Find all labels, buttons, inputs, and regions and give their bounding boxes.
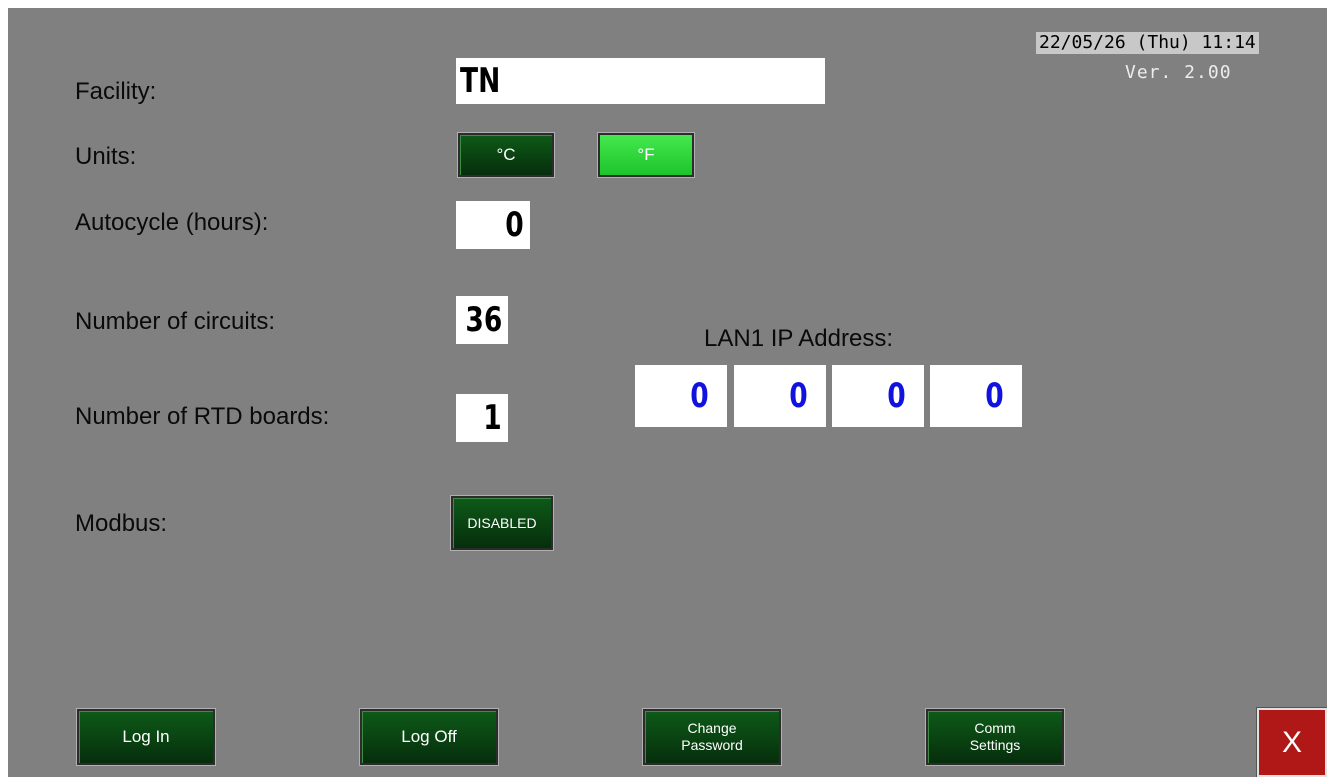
close-button[interactable]: X [1257, 708, 1327, 777]
comm-settings-button[interactable]: Comm Settings [926, 709, 1064, 765]
celsius-button[interactable]: °C [458, 133, 554, 177]
modbus-label: Modbus: [75, 510, 168, 537]
facility-field[interactable]: TN [456, 58, 825, 104]
autocycle-value: 0 [505, 205, 524, 245]
rtd-value: 1 [483, 398, 502, 438]
autocycle-field[interactable]: 0 [456, 201, 530, 249]
modbus-toggle-button[interactable]: DISABLED [451, 496, 553, 550]
facility-value: TN [460, 61, 501, 101]
ip-octet-4-field[interactable]: 0 [930, 365, 1022, 427]
circuits-label: Number of circuits: [75, 308, 276, 335]
circuits-value: 36 [465, 300, 502, 340]
change-password-button[interactable]: Change Password [643, 709, 781, 765]
rtd-label: Number of RTD boards: [75, 403, 330, 430]
lan-ip-label: LAN1 IP Address: [704, 325, 893, 352]
logoff-button[interactable]: Log Off [360, 709, 498, 765]
circuits-field[interactable]: 36 [456, 296, 508, 344]
ip-octet-2-field[interactable]: 0 [734, 365, 826, 427]
datetime-display: 22/05/26 (Thu) 11:14 [1036, 32, 1259, 54]
units-label: Units: [75, 143, 137, 170]
rtd-field[interactable]: 1 [456, 394, 508, 442]
version-label: Ver. 2.00 [1125, 62, 1232, 83]
close-icon: X [1281, 725, 1302, 759]
ip-octet-1-field[interactable]: 0 [635, 365, 727, 427]
login-button[interactable]: Log In [77, 709, 215, 765]
autocycle-label: Autocycle (hours): [75, 209, 269, 236]
facility-label: Facility: [75, 78, 157, 105]
ip-octet-3-field[interactable]: 0 [832, 365, 924, 427]
fahrenheit-button[interactable]: °F [598, 133, 694, 177]
